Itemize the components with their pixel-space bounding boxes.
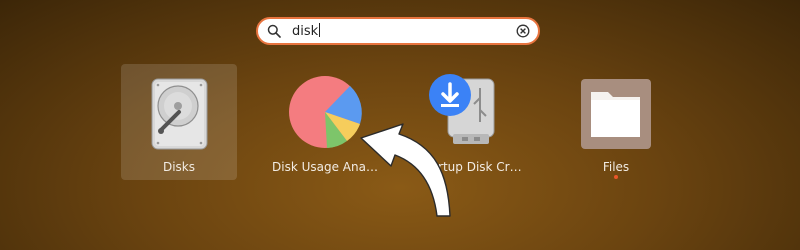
app-disks[interactable]: Disks (121, 64, 237, 180)
disks-icon (151, 78, 208, 150)
clear-icon[interactable] (516, 24, 530, 38)
running-indicator (614, 175, 618, 179)
search-input[interactable]: disk (292, 23, 321, 40)
app-label: Disks (162, 160, 196, 174)
text-caret (319, 23, 321, 37)
search-box[interactable]: disk (256, 17, 540, 45)
annotation-arrow-icon (360, 123, 451, 217)
app-files[interactable]: Files (558, 64, 674, 180)
app-label: Files (602, 160, 630, 174)
folder-icon (581, 79, 651, 149)
search-icon (267, 24, 281, 38)
